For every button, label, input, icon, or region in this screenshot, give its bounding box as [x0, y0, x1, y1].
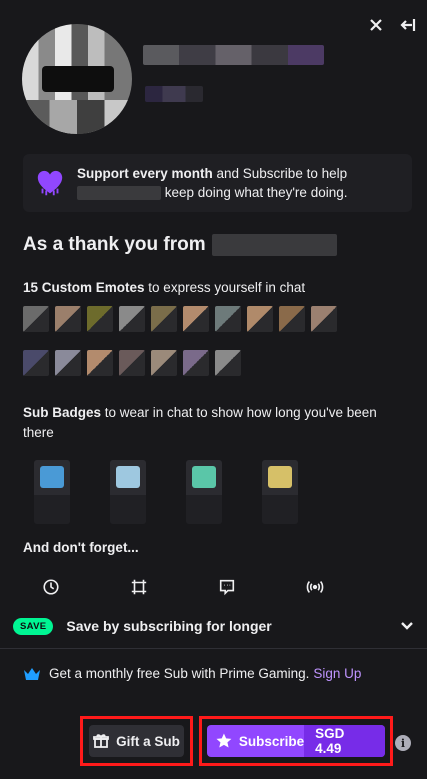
save-pill: SAVE: [13, 617, 54, 635]
emotes-text: to express yourself in chat: [144, 280, 306, 295]
save-label: Save by subscribing for longer: [66, 618, 272, 634]
prime-gaming-row: Get a monthly free Sub with Prime Gaming…: [23, 666, 361, 681]
support-message-box: Support every month and Subscribe to hel…: [23, 154, 412, 212]
header-controls: [365, 14, 419, 36]
emote-row-1: [23, 306, 337, 332]
emote-row-2: [23, 350, 241, 376]
forget-heading: And don't forget...: [23, 540, 139, 555]
emotes-bold: 15 Custom Emotes: [23, 280, 145, 295]
collapse-button[interactable]: [397, 14, 419, 36]
gift-sub-label: Gift a Sub: [116, 733, 180, 749]
clock-icon: [40, 576, 62, 598]
info-icon[interactable]: i: [395, 735, 411, 751]
emote-thumbnail: [55, 350, 81, 376]
emote-thumbnail: [311, 306, 337, 332]
badge-color: [116, 466, 140, 488]
badge-color: [192, 466, 216, 488]
emote-thumbnail: [247, 306, 273, 332]
prime-text: Get a monthly free Sub with Prime Gaming…: [49, 666, 310, 681]
emote-thumbnail: [87, 350, 113, 376]
subscribe-highlight: Subscribe SGD 4.49: [199, 716, 393, 766]
channel-name-redacted: [143, 45, 324, 65]
channel-subtitle-redacted: [145, 86, 203, 102]
chat-icon: [216, 576, 238, 598]
support-bold: Support every month: [77, 166, 213, 181]
gift-sub-button[interactable]: Gift a Sub: [89, 725, 184, 757]
subscribe-label: Subscribe: [238, 733, 305, 749]
emote-thumbnail: [183, 350, 209, 376]
redacted-channel-name: [211, 234, 337, 256]
emote-thumbnail: [151, 350, 177, 376]
redacted-name: [77, 186, 161, 201]
emote-thumbnail: [23, 306, 49, 332]
subscribe-price: SGD 4.49: [304, 725, 385, 757]
badges-bold: Sub Badges: [23, 405, 102, 420]
badge-list: [34, 460, 298, 524]
thanks-heading: As a thank you from: [23, 234, 337, 256]
emote-thumbnail: [55, 306, 81, 332]
emote-thumbnail: [23, 350, 49, 376]
emote-thumbnail: [215, 350, 241, 376]
subscription-panel: Support every month and Subscribe to hel…: [0, 0, 427, 779]
collapse-arrow-icon: [400, 19, 416, 31]
emote-thumbnail: [183, 306, 209, 332]
crown-icon: [24, 667, 40, 680]
support-text: Support every month and Subscribe to hel…: [77, 164, 347, 202]
star-icon: [216, 733, 232, 748]
frame-icon: [128, 576, 150, 598]
support-text-a: and Subscribe to help: [212, 166, 348, 181]
channel-avatar: [22, 24, 132, 134]
sub-badge: [262, 460, 298, 524]
support-text-b: keep doing what they're doing.: [164, 185, 348, 200]
thanks-title: As a thank you from: [23, 234, 206, 255]
emote-thumbnail: [279, 306, 305, 332]
perk-icons: [40, 576, 326, 598]
divider: [0, 648, 427, 649]
gift-sub-highlight: Gift a Sub: [80, 716, 193, 766]
emote-thumbnail: [215, 306, 241, 332]
prime-signup-link[interactable]: Sign Up: [313, 666, 361, 681]
heart-icon: [33, 166, 67, 200]
close-icon: [370, 19, 382, 31]
emote-thumbnail: [119, 306, 145, 332]
badge-color: [268, 466, 292, 488]
badges-description: Sub Badges to wear in chat to show how l…: [23, 403, 403, 443]
badge-color: [40, 466, 64, 488]
sub-badge: [34, 460, 70, 524]
broadcast-icon: [304, 576, 326, 598]
emote-thumbnail: [87, 306, 113, 332]
sub-badge: [110, 460, 146, 524]
emotes-description: 15 Custom Emotes to express yourself in …: [23, 278, 305, 298]
close-button[interactable]: [365, 14, 387, 36]
chevron-down-icon[interactable]: [399, 617, 417, 635]
gift-icon: [93, 734, 110, 748]
emote-thumbnail: [151, 306, 177, 332]
sub-badge: [186, 460, 222, 524]
emote-thumbnail: [119, 350, 145, 376]
subscribe-button[interactable]: Subscribe SGD 4.49: [207, 725, 385, 757]
save-longer-row[interactable]: SAVE Save by subscribing for longer: [0, 604, 427, 648]
